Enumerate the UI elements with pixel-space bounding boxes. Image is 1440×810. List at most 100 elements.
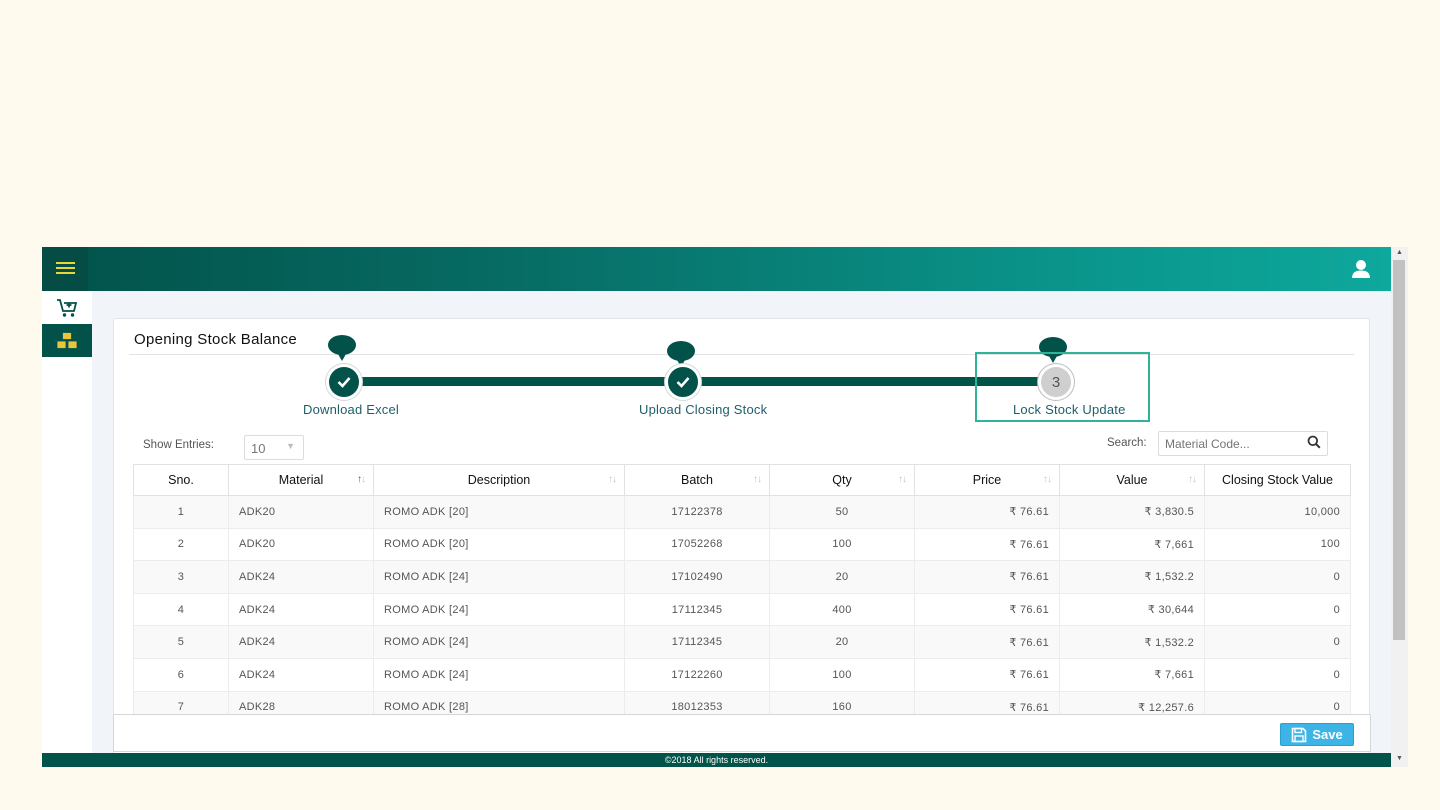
cell-description: ROMO ADK [24] (373, 657, 625, 692)
cell-description: ROMO ADK [24] (373, 625, 625, 659)
cell-qty: 20 (769, 625, 915, 659)
sort-icon: ↑↓ (1043, 474, 1052, 485)
cell-qty: 50 (769, 495, 915, 529)
page-scrollbar[interactable]: ▲ ▼ (1391, 247, 1408, 767)
table-row: 2 ADK20 ROMO ADK [20] 17052268 100 ₹ 76.61 ₹ 7… (133, 527, 1351, 562)
cell-price: ₹ 76.61 (914, 625, 1060, 659)
column-header-value[interactable]: Value ↑↓ (1059, 464, 1205, 496)
cell-sno: 1 (133, 495, 229, 529)
menu-toggle-button[interactable] (42, 247, 88, 291)
sort-icon: ↑↓ (898, 474, 907, 485)
cell-closing-stock-value: 0 (1204, 625, 1351, 659)
action-footer (113, 714, 1371, 752)
step-1-label: Download Excel (303, 402, 400, 417)
sort-icon: ↑↓ (357, 474, 366, 485)
app-window: Opening Stock Balance Download Excel Upl… (42, 247, 1391, 767)
cell-sno: 5 (133, 625, 229, 659)
cell-batch: 17102490 (624, 560, 770, 594)
cell-value: ₹ 1,532.2 (1059, 560, 1205, 594)
table-row: 6 ADK24 ROMO ADK [24] 17122260 100 ₹ 76.61 ₹ 7… (133, 657, 1351, 692)
search-icon[interactable] (1307, 435, 1321, 449)
column-header-closing-stock-value[interactable]: Closing Stock Value (1204, 464, 1351, 496)
cell-qty: 400 (769, 592, 915, 627)
cell-material: ADK24 (228, 560, 374, 594)
show-entries-label: Show Entries: (143, 439, 214, 451)
cell-material: ADK20 (228, 527, 374, 562)
sidebar-item-stock[interactable] (42, 324, 92, 357)
step-2-indicator[interactable] (665, 364, 701, 400)
cell-batch: 17122378 (624, 495, 770, 529)
table-row: 3 ADK24 ROMO ADK [24] 17102490 20 ₹ 76.61 ₹ 1,… (133, 560, 1351, 594)
step-1-indicator[interactable] (326, 364, 362, 400)
table-row: 4 ADK24 ROMO ADK [24] 17112345 400 ₹ 76.61 ₹ 3… (133, 592, 1351, 627)
search-label: Search: (1107, 437, 1147, 449)
save-button[interactable]: Save (1280, 723, 1354, 746)
cell-qty: 100 (769, 527, 915, 562)
chevron-down-icon: ▼ (286, 441, 295, 451)
cell-closing-stock-value: 0 (1204, 560, 1351, 594)
cell-price: ₹ 76.61 (914, 527, 1060, 562)
cell-value: ₹ 1,532.2 (1059, 625, 1205, 659)
cell-batch: 17052268 (624, 527, 770, 562)
top-navbar (42, 247, 1391, 291)
step-marker-bubble (328, 335, 356, 361)
table-row: 1 ADK20 ROMO ADK [20] 17122378 50 ₹ 76.61 ₹ 3,… (133, 495, 1351, 529)
cell-batch: 17112345 (624, 625, 770, 659)
column-header-description[interactable]: Description ↑↓ (373, 464, 625, 496)
search-input[interactable] (1158, 431, 1328, 456)
cell-description: ROMO ADK [24] (373, 560, 625, 594)
scroll-up-arrow[interactable]: ▲ (1396, 249, 1403, 256)
cell-closing-stock-value: 0 (1204, 592, 1351, 627)
copyright-footer: ©2018 All rights reserved. (42, 753, 1391, 767)
floppy-disk-icon (1292, 727, 1307, 742)
current-step-highlight (975, 352, 1150, 422)
column-header-sno[interactable]: Sno. (133, 464, 229, 496)
user-icon (1352, 260, 1370, 278)
cell-closing-stock-value: 0 (1204, 657, 1351, 692)
cell-description: ROMO ADK [20] (373, 495, 625, 529)
column-header-price[interactable]: Price ↑↓ (914, 464, 1060, 496)
scroll-down-arrow[interactable]: ▼ (1396, 755, 1403, 762)
cart-icon (57, 298, 78, 317)
hamburger-line (56, 262, 75, 264)
cell-batch: 17122260 (624, 657, 770, 692)
cell-price: ₹ 76.61 (914, 592, 1060, 627)
stock-table: Sno. Material ↑↓ Description ↑↓ Batch ↑↓ Qt… (133, 464, 1351, 725)
column-header-material[interactable]: Material ↑↓ (228, 464, 374, 496)
cell-qty: 100 (769, 657, 915, 692)
cell-material: ADK24 (228, 657, 374, 692)
hamburger-line (56, 267, 75, 269)
cell-sno: 3 (133, 560, 229, 594)
cell-value: ₹ 7,661 (1059, 657, 1205, 692)
cell-sno: 2 (133, 527, 229, 562)
cell-material: ADK20 (228, 495, 374, 529)
column-header-qty[interactable]: Qty ↑↓ (769, 464, 915, 496)
cell-description: ROMO ADK [24] (373, 592, 625, 627)
check-icon (337, 377, 351, 388)
sort-icon: ↑↓ (753, 474, 762, 485)
sort-icon: ↑↓ (1188, 474, 1197, 485)
user-menu-button[interactable] (1330, 247, 1391, 291)
scrollbar-thumb[interactable] (1393, 260, 1405, 640)
boxes-icon (56, 331, 78, 349)
check-icon (676, 377, 690, 388)
cell-sno: 4 (133, 592, 229, 627)
cell-price: ₹ 76.61 (914, 495, 1060, 529)
step-marker-bubble (667, 341, 695, 367)
cell-value: ₹ 3,830.5 (1059, 495, 1205, 529)
sort-icon: ↑↓ (608, 474, 617, 485)
cell-sno: 6 (133, 657, 229, 692)
cell-closing-stock-value: 100 (1204, 527, 1351, 562)
cell-material: ADK24 (228, 625, 374, 659)
sidebar-item-cart[interactable] (42, 291, 92, 324)
opening-stock-card: Opening Stock Balance Download Excel Upl… (113, 318, 1370, 767)
page-title: Opening Stock Balance (134, 331, 298, 348)
cell-qty: 20 (769, 560, 915, 594)
sidebar (42, 291, 92, 767)
hamburger-line (56, 272, 75, 274)
step-2-label: Upload Closing Stock (639, 402, 768, 417)
show-entries-select[interactable]: 10 ▼ (244, 435, 304, 460)
column-header-batch[interactable]: Batch ↑↓ (624, 464, 770, 496)
table-header-row: Sno. Material ↑↓ Description ↑↓ Batch ↑↓ Qt… (133, 464, 1351, 496)
cell-price: ₹ 76.61 (914, 560, 1060, 594)
